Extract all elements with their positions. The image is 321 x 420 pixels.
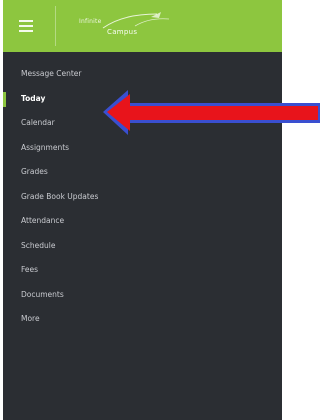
menu-line xyxy=(19,20,33,22)
sidebar-item-message-center[interactable]: Message Center xyxy=(3,62,282,87)
app-window: Infinite Campus Message Center Today Cal… xyxy=(3,0,282,420)
sidebar-item-attendance[interactable]: Attendance xyxy=(3,209,282,234)
sidebar-item-more[interactable]: More xyxy=(3,307,282,332)
header-divider xyxy=(55,6,56,46)
sidebar-item-label: Calendar xyxy=(21,118,55,127)
sidebar-item-grade-book-updates[interactable]: Grade Book Updates xyxy=(3,185,282,210)
app-logo[interactable]: Infinite Campus xyxy=(65,8,183,44)
sidebar-item-fees[interactable]: Fees xyxy=(3,258,282,283)
sidebar-item-grades[interactable]: Grades xyxy=(3,160,282,185)
sidebar-item-schedule[interactable]: Schedule xyxy=(3,234,282,259)
sidebar-item-label: Attendance xyxy=(21,216,65,225)
hamburger-menu-icon[interactable] xyxy=(17,17,39,35)
sidebar-item-label: Assignments xyxy=(21,142,70,152)
sidebar-item-label: Message Center xyxy=(21,69,82,78)
sidebar-item-label: Fees xyxy=(21,265,39,274)
logo-swoosh-icon xyxy=(102,12,170,29)
sidebar-item-label: Today xyxy=(21,93,46,103)
logo-text-line-1: Infinite xyxy=(79,18,102,25)
logo-text-line-2: Campus xyxy=(107,28,138,36)
sidebar-item-label: Documents xyxy=(21,289,64,299)
top-bar: Infinite Campus xyxy=(3,0,282,52)
red-arrow-pointer-icon xyxy=(103,90,320,135)
sidebar-item-label: Schedule xyxy=(21,240,56,250)
sidebar-item-label: More xyxy=(21,314,40,323)
menu-line xyxy=(19,25,33,27)
sidebar-item-label: Grade Book Updates xyxy=(21,191,99,201)
menu-line xyxy=(19,30,33,32)
sidebar-item-label: Grades xyxy=(21,167,48,176)
sidebar-item-documents[interactable]: Documents xyxy=(3,283,282,308)
